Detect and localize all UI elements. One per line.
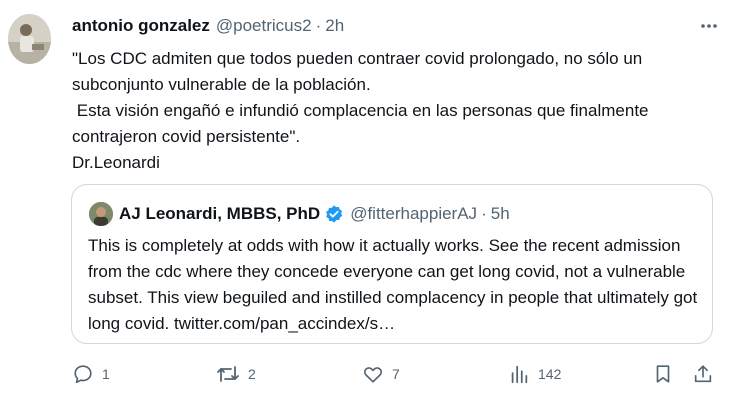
more-button[interactable] bbox=[694, 16, 724, 36]
avatar-image bbox=[8, 14, 51, 64]
retweet-icon bbox=[217, 366, 239, 382]
quoted-text: This is completely at odds with how it a… bbox=[88, 236, 698, 333]
action-bar: 1 2 7 142 bbox=[72, 360, 716, 388]
retweet-count: 2 bbox=[248, 366, 256, 382]
like-button[interactable]: 7 bbox=[362, 360, 400, 388]
author-name[interactable]: antonio gonzalez bbox=[72, 16, 210, 36]
bookmark-icon bbox=[656, 365, 670, 383]
tweet-time[interactable]: 2h bbox=[325, 16, 344, 36]
more-horizontal-icon bbox=[701, 24, 717, 28]
share-button[interactable] bbox=[692, 360, 714, 388]
views-button[interactable]: 142 bbox=[508, 360, 561, 388]
bookmark-button[interactable] bbox=[652, 360, 674, 388]
quoted-separator-dot: · bbox=[481, 204, 487, 223]
retweet-button[interactable]: 2 bbox=[216, 360, 256, 388]
quoted-author-avatar[interactable] bbox=[89, 202, 113, 226]
tweet-text: "Los CDC admiten que todos pueden contra… bbox=[72, 49, 649, 172]
quoted-tweet[interactable]: AJ Leonardi, MBBS, PhD @fitterhappierAJ … bbox=[71, 184, 713, 344]
quoted-author-handle[interactable]: @fitterhappierAJ bbox=[350, 204, 477, 224]
author-avatar[interactable] bbox=[8, 14, 51, 64]
quoted-avatar-image bbox=[89, 202, 113, 226]
verified-badge-icon bbox=[324, 204, 344, 224]
views-icon bbox=[511, 365, 528, 384]
share-icon bbox=[694, 365, 712, 383]
tweet[interactable]: antonio gonzalez @poetricus2 · 2h "Los C… bbox=[0, 0, 736, 404]
reply-count: 1 bbox=[102, 366, 110, 382]
quoted-author-name[interactable]: AJ Leonardi, MBBS, PhD bbox=[119, 204, 320, 224]
reply-icon bbox=[74, 365, 92, 384]
tweet-header: antonio gonzalez @poetricus2 · 2h bbox=[72, 14, 344, 38]
quoted-header: AJ Leonardi, MBBS, PhD @fitterhappierAJ … bbox=[89, 201, 510, 227]
views-count: 142 bbox=[538, 366, 562, 382]
like-count: 7 bbox=[392, 366, 400, 382]
quoted-time[interactable]: 5h bbox=[491, 204, 510, 224]
like-icon bbox=[363, 367, 383, 383]
reply-button[interactable]: 1 bbox=[72, 360, 110, 388]
author-handle[interactable]: @poetricus2 bbox=[216, 16, 312, 36]
separator-dot: · bbox=[315, 16, 322, 35]
